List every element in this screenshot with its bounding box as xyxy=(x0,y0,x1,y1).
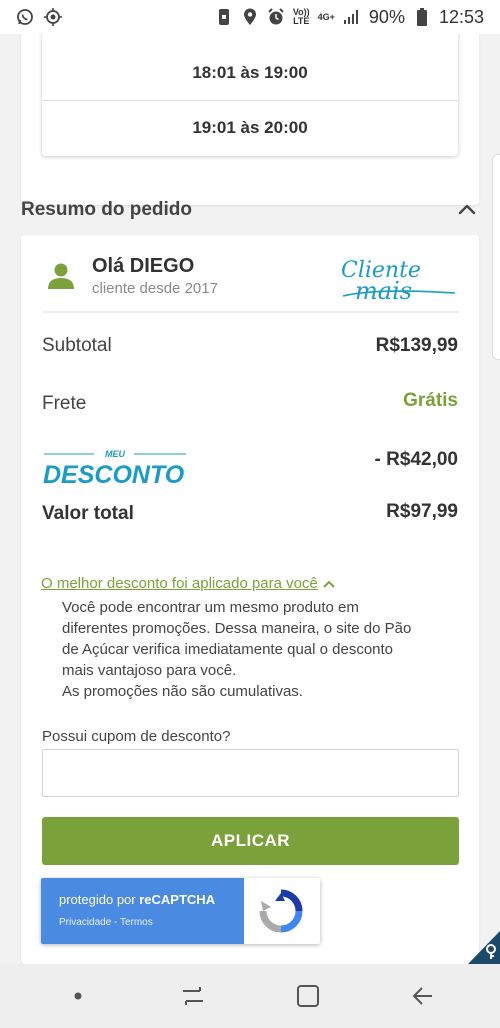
delivery-slots-card: 18:01 às 19:00 19:01 às 20:00 xyxy=(21,34,479,205)
total-row: Valor total R$97,99 xyxy=(42,501,458,525)
clock: 12:53 xyxy=(438,6,484,27)
alarm-icon xyxy=(267,8,285,26)
description-line: de Açúcar verifica imediatamente qual o … xyxy=(62,641,394,658)
delivery-slot[interactable]: 18:01 às 19:00 xyxy=(42,34,458,100)
recent-apps-icon[interactable] xyxy=(173,976,213,1016)
shipping-label: Frete xyxy=(42,393,87,414)
status-bar: Vo)) LTE 4G+ 90% 12:53 xyxy=(0,0,500,34)
recaptcha-info: protegido por reCAPTCHA Privacidade - Te… xyxy=(41,878,244,944)
customer-greeting: Olá DIEGO cliente desde 2017 Cliente mai… xyxy=(43,253,459,313)
back-arrow-icon[interactable] xyxy=(403,976,443,1016)
best-discount-description: Você pode encontrar um mesmo produto em … xyxy=(62,597,452,702)
coupon-input[interactable] xyxy=(42,749,459,797)
signal-icon xyxy=(343,8,361,26)
apply-coupon-button[interactable]: APLICAR xyxy=(42,817,459,865)
delivery-slots-list: 18:01 às 19:00 19:01 às 20:00 xyxy=(42,34,458,156)
delivery-slot[interactable]: 19:01 às 20:00 xyxy=(42,100,458,155)
shipping-row: Frete Grátis xyxy=(42,390,458,415)
network-type: 4G+ xyxy=(317,11,335,22)
recaptcha-icon xyxy=(257,887,305,935)
recaptcha-links[interactable]: Privacidade - Termos xyxy=(59,917,153,928)
accessibility-badge-icon[interactable] xyxy=(468,931,500,964)
shipping-value: Grátis xyxy=(403,390,458,411)
recaptcha-badge[interactable]: protegido por reCAPTCHA Privacidade - Te… xyxy=(41,878,320,944)
system-navigation-bar xyxy=(0,964,500,1028)
chevron-up-icon[interactable] xyxy=(457,200,477,220)
best-discount-link-text: O melhor desconto foi aplicado para você xyxy=(41,575,318,592)
total-value: R$97,99 xyxy=(386,501,458,522)
whatsapp-icon xyxy=(16,8,34,26)
order-summary-header[interactable]: Resumo do pedido xyxy=(21,194,479,226)
subtotal-row: Subtotal R$139,99 xyxy=(42,335,458,357)
best-discount-link[interactable]: O melhor desconto foi aplicado para você xyxy=(41,575,336,592)
battery-icon xyxy=(413,8,431,26)
total-label: Valor total xyxy=(42,503,134,524)
cliente-mais-logo: Cliente mais xyxy=(335,255,459,305)
location-pin-icon xyxy=(241,8,259,26)
home-button-icon[interactable] xyxy=(288,976,328,1016)
discount-value: - R$42,00 xyxy=(374,449,458,470)
customer-since: cliente desde 2017 xyxy=(92,280,218,297)
user-icon xyxy=(47,261,75,291)
page-content: 18:01 às 19:00 19:01 às 20:00 Resumo do … xyxy=(0,34,500,964)
description-line: diferentes promoções. Dessa maneira, o s… xyxy=(62,620,412,637)
discount-row: - R$42,00 xyxy=(42,449,458,471)
chevron-up-icon xyxy=(323,580,335,588)
order-summary-card: Olá DIEGO cliente desde 2017 Cliente mai… xyxy=(21,235,479,964)
battery-percent: 90% xyxy=(368,6,405,27)
subtotal-label: Subtotal xyxy=(42,335,112,356)
location-target-icon xyxy=(44,8,62,26)
order-summary-title: Resumo do pedido xyxy=(21,199,192,220)
subtotal-value: R$139,99 xyxy=(375,335,458,356)
lock-icon xyxy=(215,8,233,26)
coupon-label: Possui cupom de desconto? xyxy=(42,728,231,745)
dot-indicator-icon xyxy=(58,976,98,1016)
description-line: Você pode encontrar um mesmo produto em xyxy=(62,599,359,616)
description-line: mais vantajoso para você. xyxy=(62,662,237,679)
customer-name: Olá DIEGO xyxy=(92,255,195,277)
recaptcha-text: protegido por reCAPTCHA xyxy=(59,892,216,907)
description-line: As promoções não são cumulativas. xyxy=(62,683,303,700)
volte-indicator: Vo)) LTE xyxy=(292,7,310,26)
scroll-handle[interactable] xyxy=(492,154,500,360)
